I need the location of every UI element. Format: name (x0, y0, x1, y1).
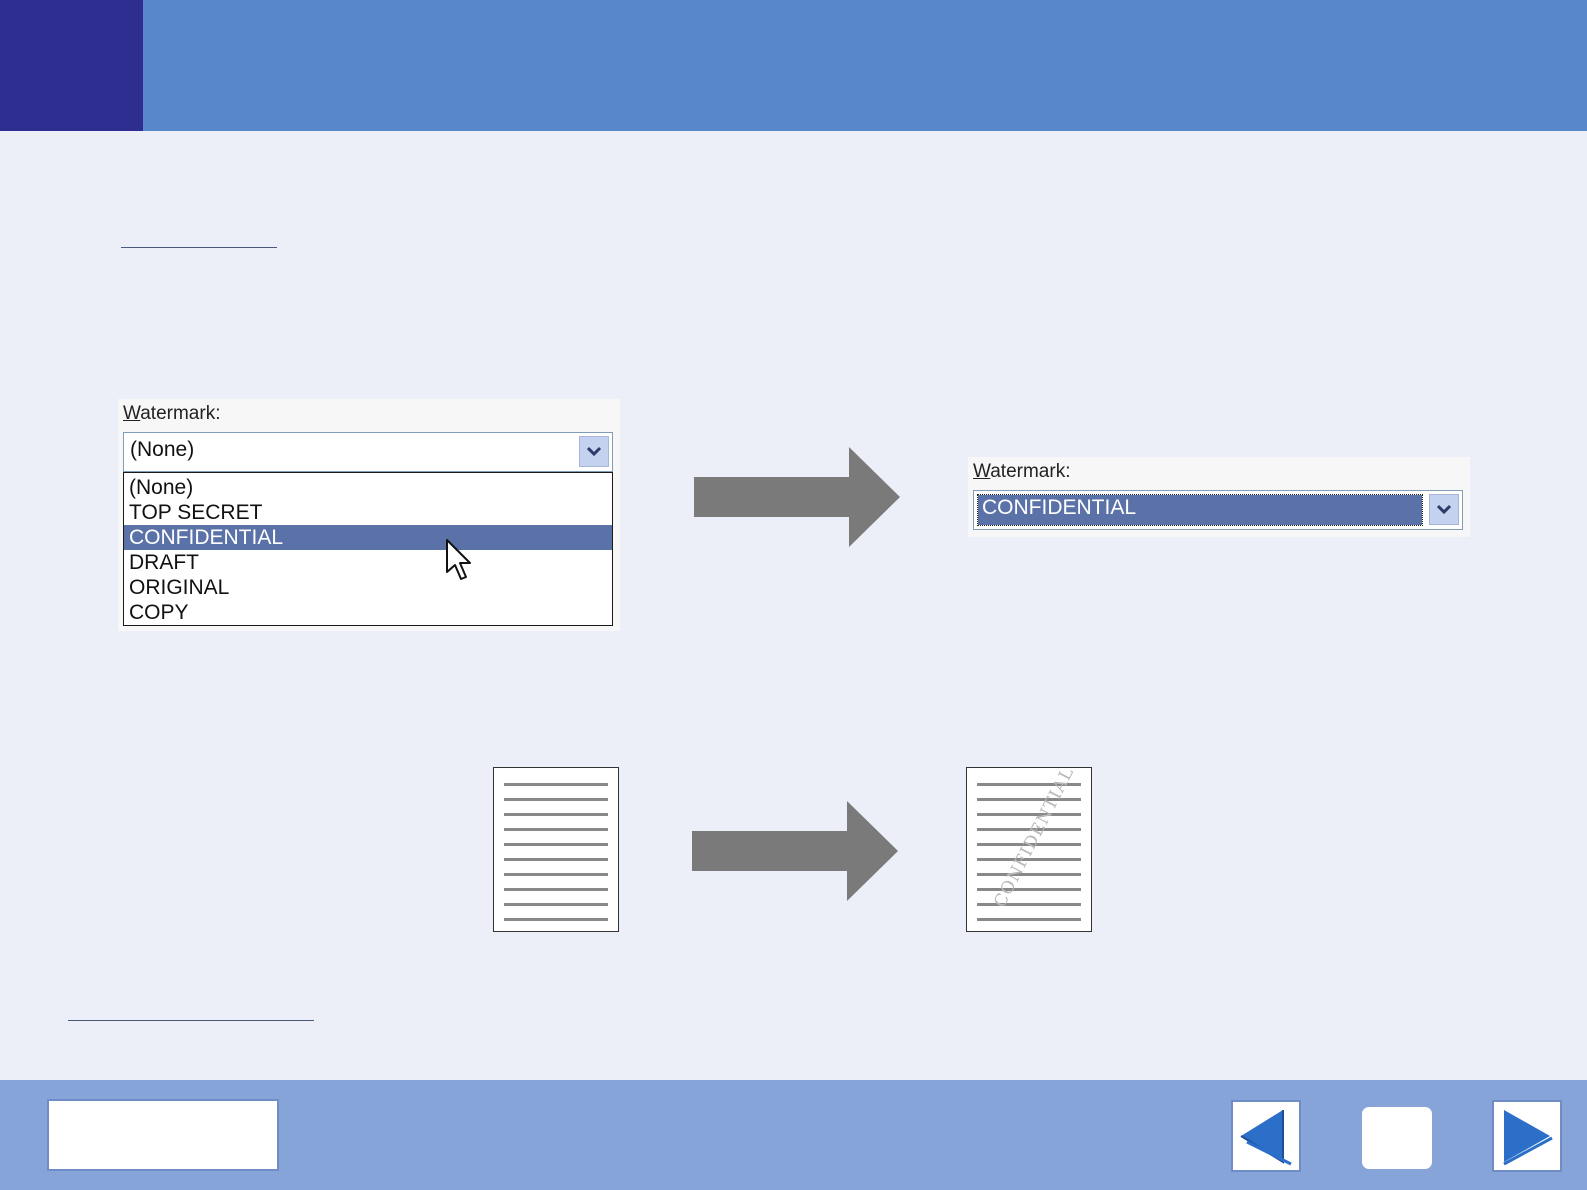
text-line (504, 843, 608, 846)
text-line (977, 873, 1081, 876)
watermark-result-combo[interactable]: CONFIDENTIAL (973, 490, 1463, 530)
watermark-result-label-rest: atermark: (990, 461, 1071, 482)
top-link-underline[interactable] (121, 247, 277, 248)
result-combo-dropdown-button[interactable] (1429, 494, 1459, 525)
chevron-down-icon (587, 446, 601, 457)
option-none[interactable]: (None) (124, 475, 612, 500)
text-line (504, 858, 608, 861)
watermark-dropdown-panel: Watermark: (None) (None) TOP SECRET CONF… (118, 399, 620, 631)
watermark-combo-value: (None) (130, 438, 195, 461)
watermark-label: Watermark: (123, 403, 220, 425)
text-line (504, 798, 608, 801)
chevron-down-icon (1437, 504, 1451, 515)
arrow-right-icon (694, 447, 900, 547)
arrow-right-nav-icon (1503, 1110, 1553, 1166)
arrow-right-icon (692, 801, 898, 901)
page-preview-watermarked: CONFIDENTIAL (966, 764, 1092, 932)
watermark-combo[interactable]: (None) (123, 432, 613, 472)
text-line (504, 918, 608, 921)
header-bar (0, 0, 1587, 131)
watermark-result-value: CONFIDENTIAL (982, 496, 1137, 519)
option-confidential[interactable]: CONFIDENTIAL (124, 525, 612, 550)
footer-bar (0, 1080, 1587, 1190)
text-line (504, 813, 608, 816)
mouse-cursor-icon (446, 539, 471, 580)
option-draft[interactable]: DRAFT (124, 550, 612, 575)
previous-page-button[interactable] (1231, 1100, 1301, 1172)
watermark-options-list: (None) TOP SECRET CONFIDENTIAL DRAFT ORI… (123, 472, 613, 626)
watermark-result-selection: CONFIDENTIAL (977, 494, 1423, 526)
contents-button[interactable] (47, 1099, 279, 1171)
page-preview-plain (493, 767, 619, 932)
bottom-link-underline[interactable] (68, 1020, 314, 1021)
watermark-result-panel: Watermark: CONFIDENTIAL (968, 457, 1470, 537)
text-line (504, 783, 608, 786)
next-page-button[interactable] (1492, 1100, 1562, 1172)
watermark-label-rest: atermark: (140, 403, 221, 424)
text-line (504, 903, 608, 906)
option-original[interactable]: ORIGINAL (124, 575, 612, 600)
text-line (504, 873, 608, 876)
text-line (977, 813, 1081, 816)
option-top-secret[interactable]: TOP SECRET (124, 500, 612, 525)
combo-dropdown-button[interactable] (579, 436, 609, 467)
text-line (504, 888, 608, 891)
watermark-result-label: Watermark: (973, 461, 1070, 483)
arrow-left-icon (1240, 1110, 1292, 1166)
header-chapter-block (0, 0, 143, 131)
text-line (977, 888, 1081, 891)
text-line (504, 828, 608, 831)
option-copy[interactable]: COPY (124, 600, 612, 625)
watermark-result-label-accel: W (973, 461, 991, 482)
watermark-label-accel: W (123, 403, 141, 424)
text-line (977, 918, 1081, 921)
home-button[interactable] (1362, 1107, 1432, 1169)
